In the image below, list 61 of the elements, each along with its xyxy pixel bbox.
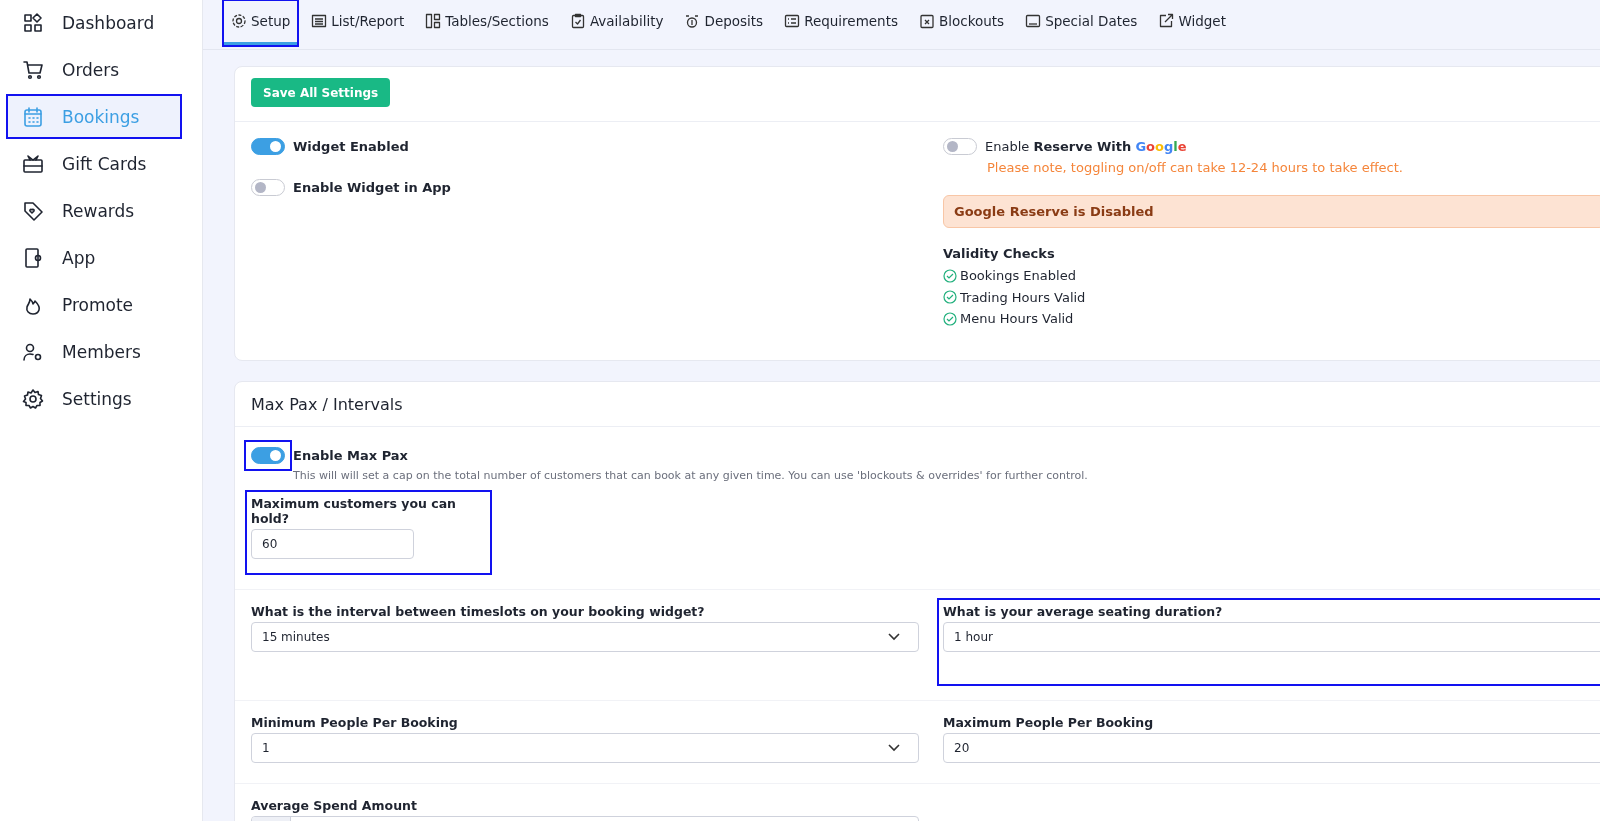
field-label: Minimum People Per Booking <box>251 714 459 730</box>
tab[interactable]: Deposits <box>684 0 764 46</box>
external-link-icon <box>1158 13 1175 29</box>
toggle-label: Widget Enabled <box>293 138 409 154</box>
nav-item[interactable]: Members <box>8 331 180 372</box>
card-title: Max Pax / Intervals <box>235 381 1600 427</box>
tab[interactable]: Widget <box>1158 0 1226 46</box>
settings-icon <box>231 13 247 29</box>
field-label: Maximum People Per Booking <box>943 714 1155 730</box>
input-field[interactable]: 1 hour <box>943 621 1600 652</box>
dashboard-icon <box>22 11 44 34</box>
tab[interactable]: Requirements <box>784 0 898 46</box>
chevron-down-icon <box>888 743 900 752</box>
tab[interactable]: Special Dates <box>1025 0 1138 46</box>
clipboard-check-icon <box>569 13 586 29</box>
layout-icon <box>425 13 442 29</box>
nav-item[interactable]: Settings <box>8 378 180 419</box>
calendar-icon <box>22 105 44 128</box>
select-field[interactable]: 1 <box>251 732 919 763</box>
check-label: Bookings Enabled <box>960 268 1076 284</box>
nav-item[interactable]: Gift Cards <box>8 143 180 184</box>
section-heading: Validity Checks <box>943 246 1056 261</box>
calendar-x-icon <box>919 13 935 29</box>
field-label: What is your average seating duration? <box>943 603 1224 619</box>
tab[interactable]: Blockouts <box>919 0 1005 46</box>
tag-heart-icon <box>22 199 44 222</box>
toggle-switch[interactable] <box>943 137 977 155</box>
frame-icon <box>1025 13 1042 29</box>
tab[interactable]: List/Report <box>311 0 405 46</box>
toggle-label: Enable Widget in App <box>293 179 451 195</box>
check-label: Trading Hours Valid <box>960 289 1086 305</box>
list-icon <box>311 13 328 29</box>
settings-icon <box>22 387 44 410</box>
field-label: Maximum customers you can hold? <box>251 495 458 526</box>
check-label: Menu Hours Valid <box>960 311 1074 327</box>
alert-banner: Google Reserve is Disabled <box>943 195 1600 228</box>
warning-note: Please note, toggling on/off can take 12-24 hours to take effect. <box>987 160 1404 175</box>
toggle-label: Enable Max Pax <box>293 447 409 463</box>
toggle-label: Enable Reserve With Google <box>985 138 1187 154</box>
tab[interactable]: Availability <box>569 0 664 46</box>
nav-item[interactable]: Rewards <box>8 190 180 231</box>
toggle-switch[interactable] <box>251 137 285 155</box>
nav-item[interactable]: Dashboard <box>8 2 180 43</box>
chevron-down-icon <box>888 632 900 641</box>
nav-item[interactable]: Orders <box>8 49 180 90</box>
field-label: Average Spend Amount <box>251 797 418 813</box>
select-field[interactable]: 15 minutes <box>251 621 919 652</box>
nav-item[interactable]: App <box>8 237 180 278</box>
checklist-icon <box>784 13 801 29</box>
tab[interactable]: Setup <box>223 0 299 46</box>
phone-gear-icon <box>22 246 44 269</box>
gift-card-icon <box>22 152 44 175</box>
toggle-switch[interactable] <box>251 446 285 464</box>
toggle-switch[interactable] <box>251 178 285 196</box>
description-text: This will will set a cap on the total number of customers that can book at any given time. You can use 'blockouts & overrides' for further control. <box>293 468 1088 482</box>
input-field[interactable]: 60 <box>251 528 414 559</box>
tab[interactable]: Tables/Sections <box>425 0 549 46</box>
field-label: What is the interval between timeslots on your booking widget? <box>251 603 706 619</box>
cart-icon <box>22 58 44 81</box>
nav-item[interactable]: Promote <box>8 284 180 325</box>
input-field[interactable]: 20 <box>943 732 1600 763</box>
